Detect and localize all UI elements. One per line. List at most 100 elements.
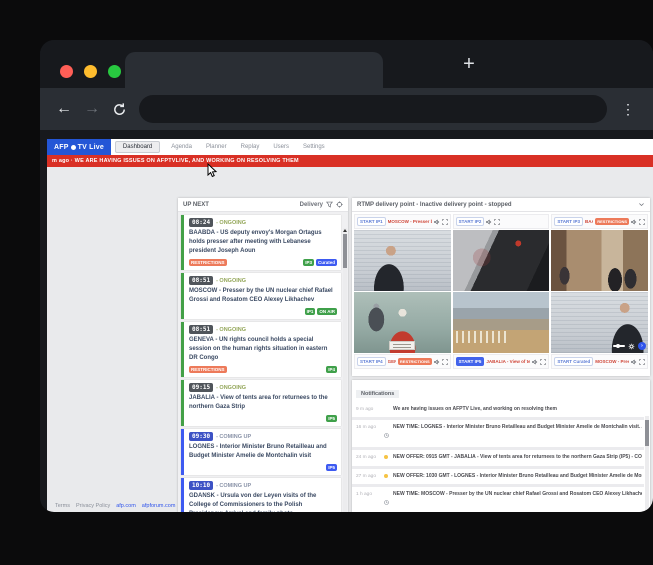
video-preview-ip5-jabalia[interactable] [453,292,550,353]
browser-window: + ← → ⋮ AFP TV Live Dashboard Agenda Pla… [40,40,653,512]
player-title: GENEVA - UN rights cou... [388,359,396,364]
reload-button[interactable] [112,102,127,117]
video-preview-curated-moscow[interactable]: › [551,292,648,353]
event-title: GENEVA - UN rights council holds a speci… [189,336,337,363]
up-next-list: 08:24 - ONGOING BAABDA - US deputy envoy… [178,212,348,512]
fullscreen-icon[interactable] [442,359,448,365]
close-window-button[interactable] [60,65,73,78]
nav-item-users[interactable]: Users [266,142,296,152]
speaker-icon[interactable] [434,219,440,225]
player-title: BAABDA - US deputy en... [585,219,593,224]
afp-com-link[interactable]: afp.com [116,503,136,509]
nav-item-planner[interactable]: Planner [199,142,234,152]
player-action-icon[interactable]: › [638,342,646,350]
up-next-item-jabalia[interactable]: 09:15 - ONGOING JABALIA - View of tents … [181,380,341,426]
up-next-item-lognes[interactable]: 09:30 - COMING UP LOGNES - Interior Mini… [181,429,341,475]
notification-text: NEW TIME: LOGNES - Interior Minister Bru… [393,424,642,431]
video-preview-ip3-baabda[interactable] [551,230,648,291]
speaker-icon[interactable] [631,219,637,225]
up-next-scrollbar[interactable] [343,228,347,512]
delivery-badge: IP1 [305,308,316,315]
speaker-icon[interactable] [486,219,492,225]
fullscreen-icon[interactable] [494,219,500,225]
notification-time: 9 m ago [356,406,381,412]
offer-dot-icon [384,454,390,459]
volume-slider[interactable] [613,345,625,347]
speaker-icon[interactable] [434,359,440,365]
event-title: MOSCOW - Presser by the UN nuclear chief… [189,287,337,305]
chevron-down-icon[interactable] [638,201,645,208]
terms-link[interactable]: Terms [55,503,70,509]
notification-text: NEW TIME: MOSCOW - Presser by the UN nuc… [393,491,642,498]
clock-icon [384,424,390,443]
event-time: 08:24 [189,218,213,227]
player-header-ip5: START IP5 JABALIA - View of tents ... [453,354,550,369]
rtmp-delivery-panel: RTMP delivery point - Inactive delivery … [352,198,650,376]
start-ip1-button[interactable]: START IP1 [357,217,386,226]
delivery-badge: IP4 [326,366,337,373]
afp-tv-live-logo[interactable]: AFP TV Live [47,139,111,155]
back-button[interactable]: ← [56,100,72,118]
up-next-item-geneva[interactable]: 08:51 - ONGOING GENEVA - UN rights counc… [181,322,341,377]
player-header-ip2: START IP2 [453,214,550,229]
notifications-scrollbar[interactable] [645,416,649,512]
minimize-window-button[interactable] [84,65,97,78]
filter-funnel-icon[interactable] [326,201,333,208]
event-time: 08:51 [189,325,213,334]
speaker-icon[interactable] [631,359,637,365]
up-next-item-baabda[interactable]: 08:24 - ONGOING BAABDA - US deputy envoy… [181,215,341,270]
forward-button[interactable]: → [84,100,100,118]
restrictions-badge: RESTRICTIONS [398,358,432,365]
alert-banner[interactable]: m ago · WE ARE HAVING ISSUES ON AFPTVLIV… [47,155,653,167]
notifications-list: 9 m ago We are having issues on AFPTV Li… [352,402,650,512]
nav-item-agenda[interactable]: Agenda [164,142,199,152]
privacy-policy-link[interactable]: Privacy Policy [76,503,110,509]
delivery-badge: IP3 [303,259,314,266]
new-tab-button[interactable]: + [455,50,483,78]
scroll-up-icon[interactable] [343,229,347,232]
fullscreen-icon[interactable] [442,219,448,225]
filter-reset-icon[interactable] [336,201,343,208]
afpforum-com-link[interactable]: afpforum.com [142,503,176,509]
start-curated-button[interactable]: START Curated [554,357,593,366]
app-header: AFP TV Live Dashboard Agenda Planner Rep… [47,139,653,155]
browser-tab[interactable] [125,52,383,88]
player-title: MOSCOW - Press... [595,359,629,364]
fullscreen-icon[interactable] [639,359,645,365]
start-ip5-button[interactable]: START IP5 [456,357,485,366]
address-bar[interactable] [139,95,607,123]
notification-row[interactable]: 1 h ago NEW TIME: MOSCOW - Presser by th… [352,487,644,512]
up-next-item-gdansk[interactable]: 10:10 - COMING UP GDANSK - Ursula von de… [181,478,341,512]
notification-row[interactable]: 24 m ago NEW OFFER: 0915 GMT - JABALIA -… [352,450,644,468]
speaker-icon[interactable] [532,359,538,365]
up-next-title: UP NEXT [183,202,209,208]
video-preview-ip1-moscow[interactable] [354,230,451,291]
nav-item-dashboard[interactable]: Dashboard [115,141,160,153]
fullscreen-icon[interactable] [639,219,645,225]
event-status: - COMING UP [216,483,251,489]
settings-gear-icon[interactable] [628,343,635,350]
video-preview-ip2[interactable] [453,230,550,291]
start-ip4-button[interactable]: START IP4 [357,357,386,366]
player-header-ip1: START IP1 MOSCOW - Presser by t... [354,214,451,229]
notification-row[interactable]: 16 m ago NEW TIME: LOGNES - Interior Min… [352,420,644,450]
video-preview-ip4-geneva[interactable] [354,292,451,353]
fullscreen-icon[interactable] [540,359,546,365]
nav-item-replay[interactable]: Replay [234,142,267,152]
browser-menu-button[interactable]: ⋮ [619,101,637,118]
nav-item-settings[interactable]: Settings [296,142,332,152]
logo-dot-icon [71,145,76,150]
delivery-filter-label[interactable]: Delivery [300,202,323,208]
up-next-item-moscow[interactable]: 08:51 - ONGOING MOSCOW - Presser by the … [181,273,341,319]
notification-row[interactable]: 9 m ago We are having issues on AFPTV Li… [352,402,644,420]
player-header-ip4: START IP4 GENEVA - UN rights cou... REST… [354,354,451,369]
notification-time: 1 h ago [356,491,381,497]
start-ip3-button[interactable]: START IP3 [554,217,583,226]
event-title: GDANSK - Ursula von der Leyen visits of … [189,492,337,512]
delivery-badge: ON AIR [317,308,337,315]
screenshot-stage: + ← → ⋮ AFP TV Live Dashboard Agenda Pla… [0,0,653,565]
maximize-window-button[interactable] [108,65,121,78]
restrictions-badge: RESTRICTIONS [595,218,629,225]
notification-row[interactable]: 27 m ago NEW OFFER: 1030 GMT - LOGNES - … [352,469,644,487]
start-ip2-button[interactable]: START IP2 [456,217,485,226]
